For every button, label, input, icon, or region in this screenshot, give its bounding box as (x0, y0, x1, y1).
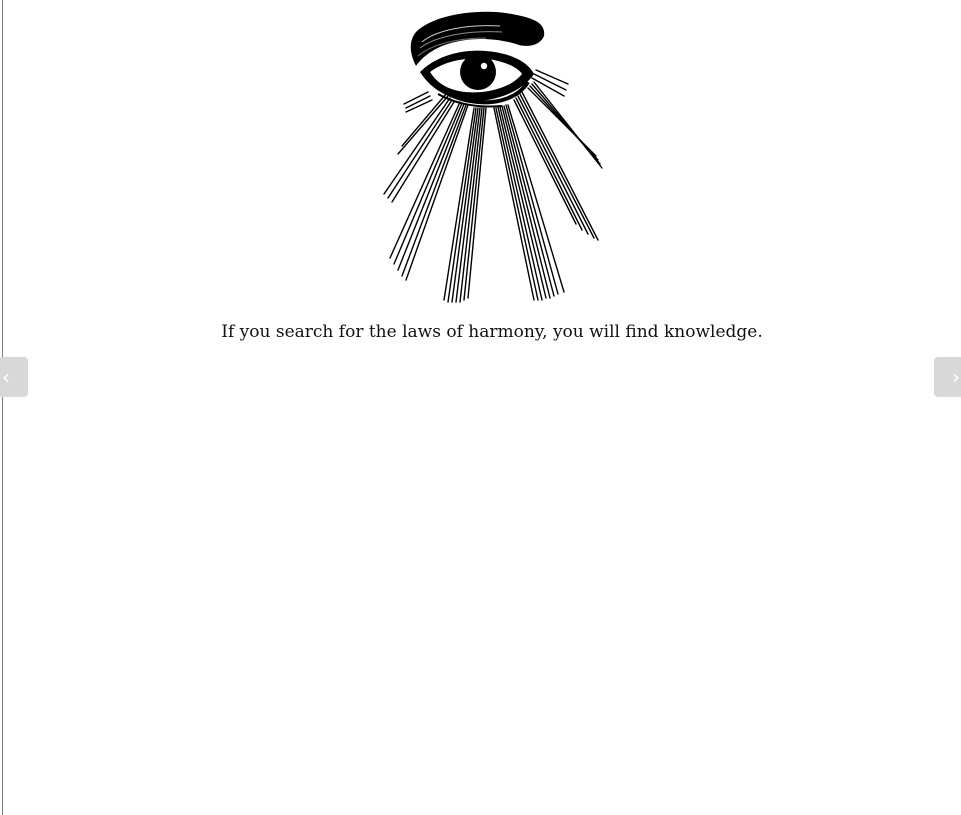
next-slide-button[interactable]: › (934, 357, 961, 397)
slide-viewport: If you search for the laws of harmony, y… (0, 0, 961, 815)
chevron-right-icon: › (952, 365, 960, 389)
previous-slide-button[interactable]: ‹ (0, 357, 28, 397)
chevron-left-icon: ‹ (2, 365, 10, 389)
all-seeing-eye-icon (383, 11, 603, 303)
left-border (2, 0, 3, 815)
caption-text: If you search for the laws of harmony, y… (221, 322, 763, 342)
